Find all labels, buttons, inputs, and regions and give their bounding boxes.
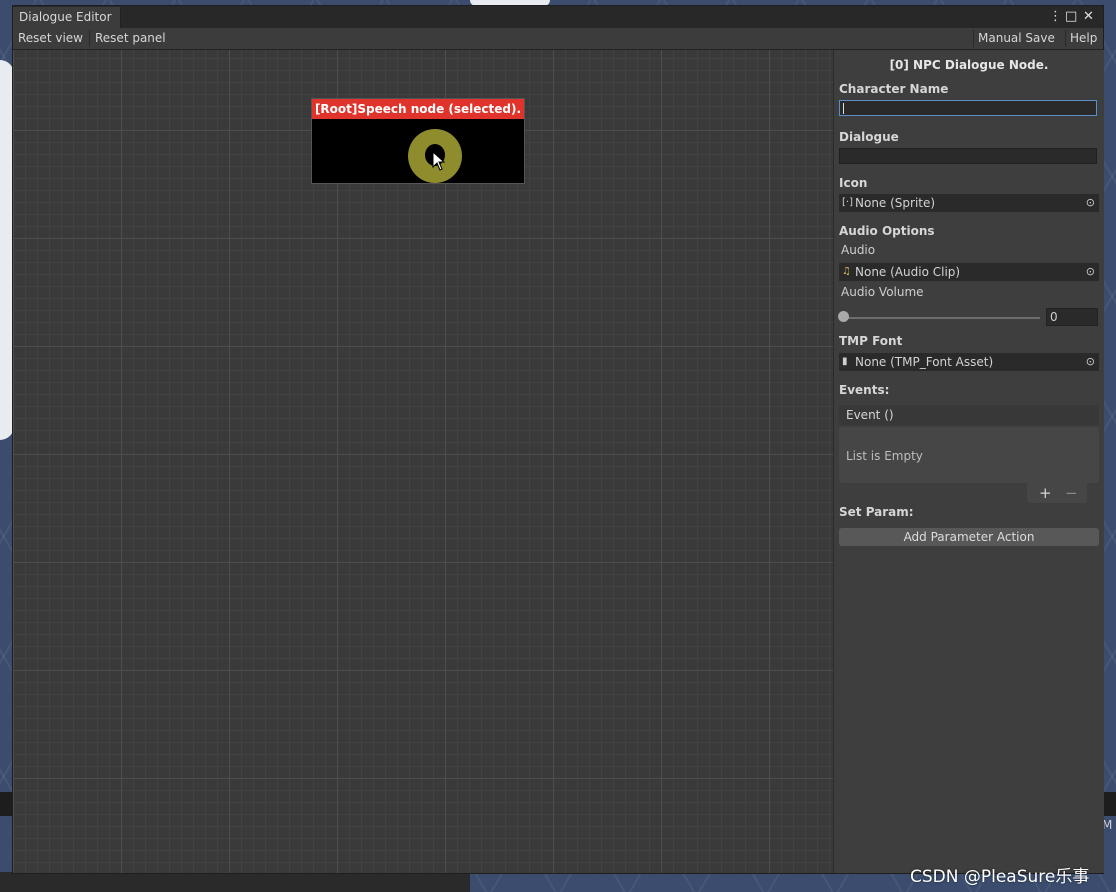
maximize-icon[interactable]: □ <box>1065 7 1077 27</box>
dialogue-field[interactable] <box>839 148 1097 164</box>
event-list-footer: + − <box>1027 483 1087 503</box>
list-empty-text: List is Empty <box>846 449 923 463</box>
event-list-body: List is Empty <box>839 427 1099 483</box>
icon-value: None (Sprite) <box>855 196 936 210</box>
audio-object-field[interactable]: ♫ None (Audio Clip) ⊙ <box>839 263 1099 281</box>
object-picker-icon[interactable]: ⊙ <box>1086 263 1095 281</box>
node-graph-canvas[interactable]: [Root]Speech node (selected). <box>13 50 833 873</box>
reset-view-button[interactable]: Reset view <box>13 28 88 49</box>
file-icon: ▮ <box>842 356 848 367</box>
audio-volume-field[interactable]: 0 <box>1046 308 1098 326</box>
music-note-icon: ♫ <box>842 266 851 277</box>
speech-node[interactable]: [Root]Speech node (selected). <box>311 98 525 184</box>
add-parameter-action-button[interactable]: Add Parameter Action <box>839 528 1099 546</box>
icon-object-field[interactable]: [·] None (Sprite) ⊙ <box>839 194 1099 212</box>
audio-volume-slider[interactable] <box>844 317 1040 319</box>
mouse-cursor-icon <box>432 151 446 171</box>
icon-label: Icon <box>839 176 868 190</box>
watermark: CSDN @PleaSure乐事 <box>910 867 1090 887</box>
dialogue-label: Dialogue <box>839 130 899 144</box>
events-label: Events: <box>839 383 890 397</box>
help-button[interactable]: Help <box>1065 28 1102 49</box>
inspector-panel: [0] NPC Dialogue Node. Character Name Di… <box>833 50 1104 873</box>
background-bottom-strip <box>0 872 470 892</box>
dialogue-editor-window: Dialogue Editor ⋮ □ ✕ Reset view Reset p… <box>12 5 1104 874</box>
close-icon[interactable]: ✕ <box>1083 7 1094 27</box>
character-name-label: Character Name <box>839 82 949 96</box>
toolbar: Reset view Reset panel Manual Save Help <box>13 28 1103 50</box>
audio-volume-slider-handle[interactable] <box>838 311 849 322</box>
reset-panel-button[interactable]: Reset panel <box>90 28 171 49</box>
inspector-title: [0] NPC Dialogue Node. <box>889 58 1049 72</box>
event-list-header: Event () <box>839 405 1099 425</box>
character-name-field[interactable] <box>839 100 1097 116</box>
object-picker-icon[interactable]: ⊙ <box>1086 353 1095 371</box>
audio-volume-label: Audio Volume <box>841 285 924 299</box>
node-header[interactable]: [Root]Speech node (selected). <box>312 99 524 119</box>
window-titlebar: Dialogue Editor ⋮ □ ✕ <box>13 6 1103 28</box>
manual-save-button[interactable]: Manual Save <box>973 28 1060 49</box>
tab-dialogue-editor[interactable]: Dialogue Editor <box>13 7 121 28</box>
tmp-font-object-field[interactable]: ▮ None (TMP_Font Asset) ⊙ <box>839 353 1099 371</box>
menu-icon[interactable]: ⋮ <box>1049 7 1062 27</box>
event-header-label: Event () <box>846 408 894 422</box>
tmp-font-value: None (TMP_Font Asset) <box>855 355 994 369</box>
audio-options-label: Audio Options <box>839 224 935 238</box>
audio-value: None (Audio Clip) <box>855 265 961 279</box>
tmp-font-label: TMP Font <box>839 334 903 348</box>
add-event-button[interactable]: + <box>1039 483 1052 503</box>
text-caret <box>843 103 844 114</box>
remove-event-button[interactable]: − <box>1065 483 1078 503</box>
object-picker-icon[interactable]: ⊙ <box>1086 194 1095 212</box>
audio-label: Audio <box>841 243 876 257</box>
sprite-icon: [·] <box>842 197 853 208</box>
set-param-label: Set Param: <box>839 505 914 519</box>
